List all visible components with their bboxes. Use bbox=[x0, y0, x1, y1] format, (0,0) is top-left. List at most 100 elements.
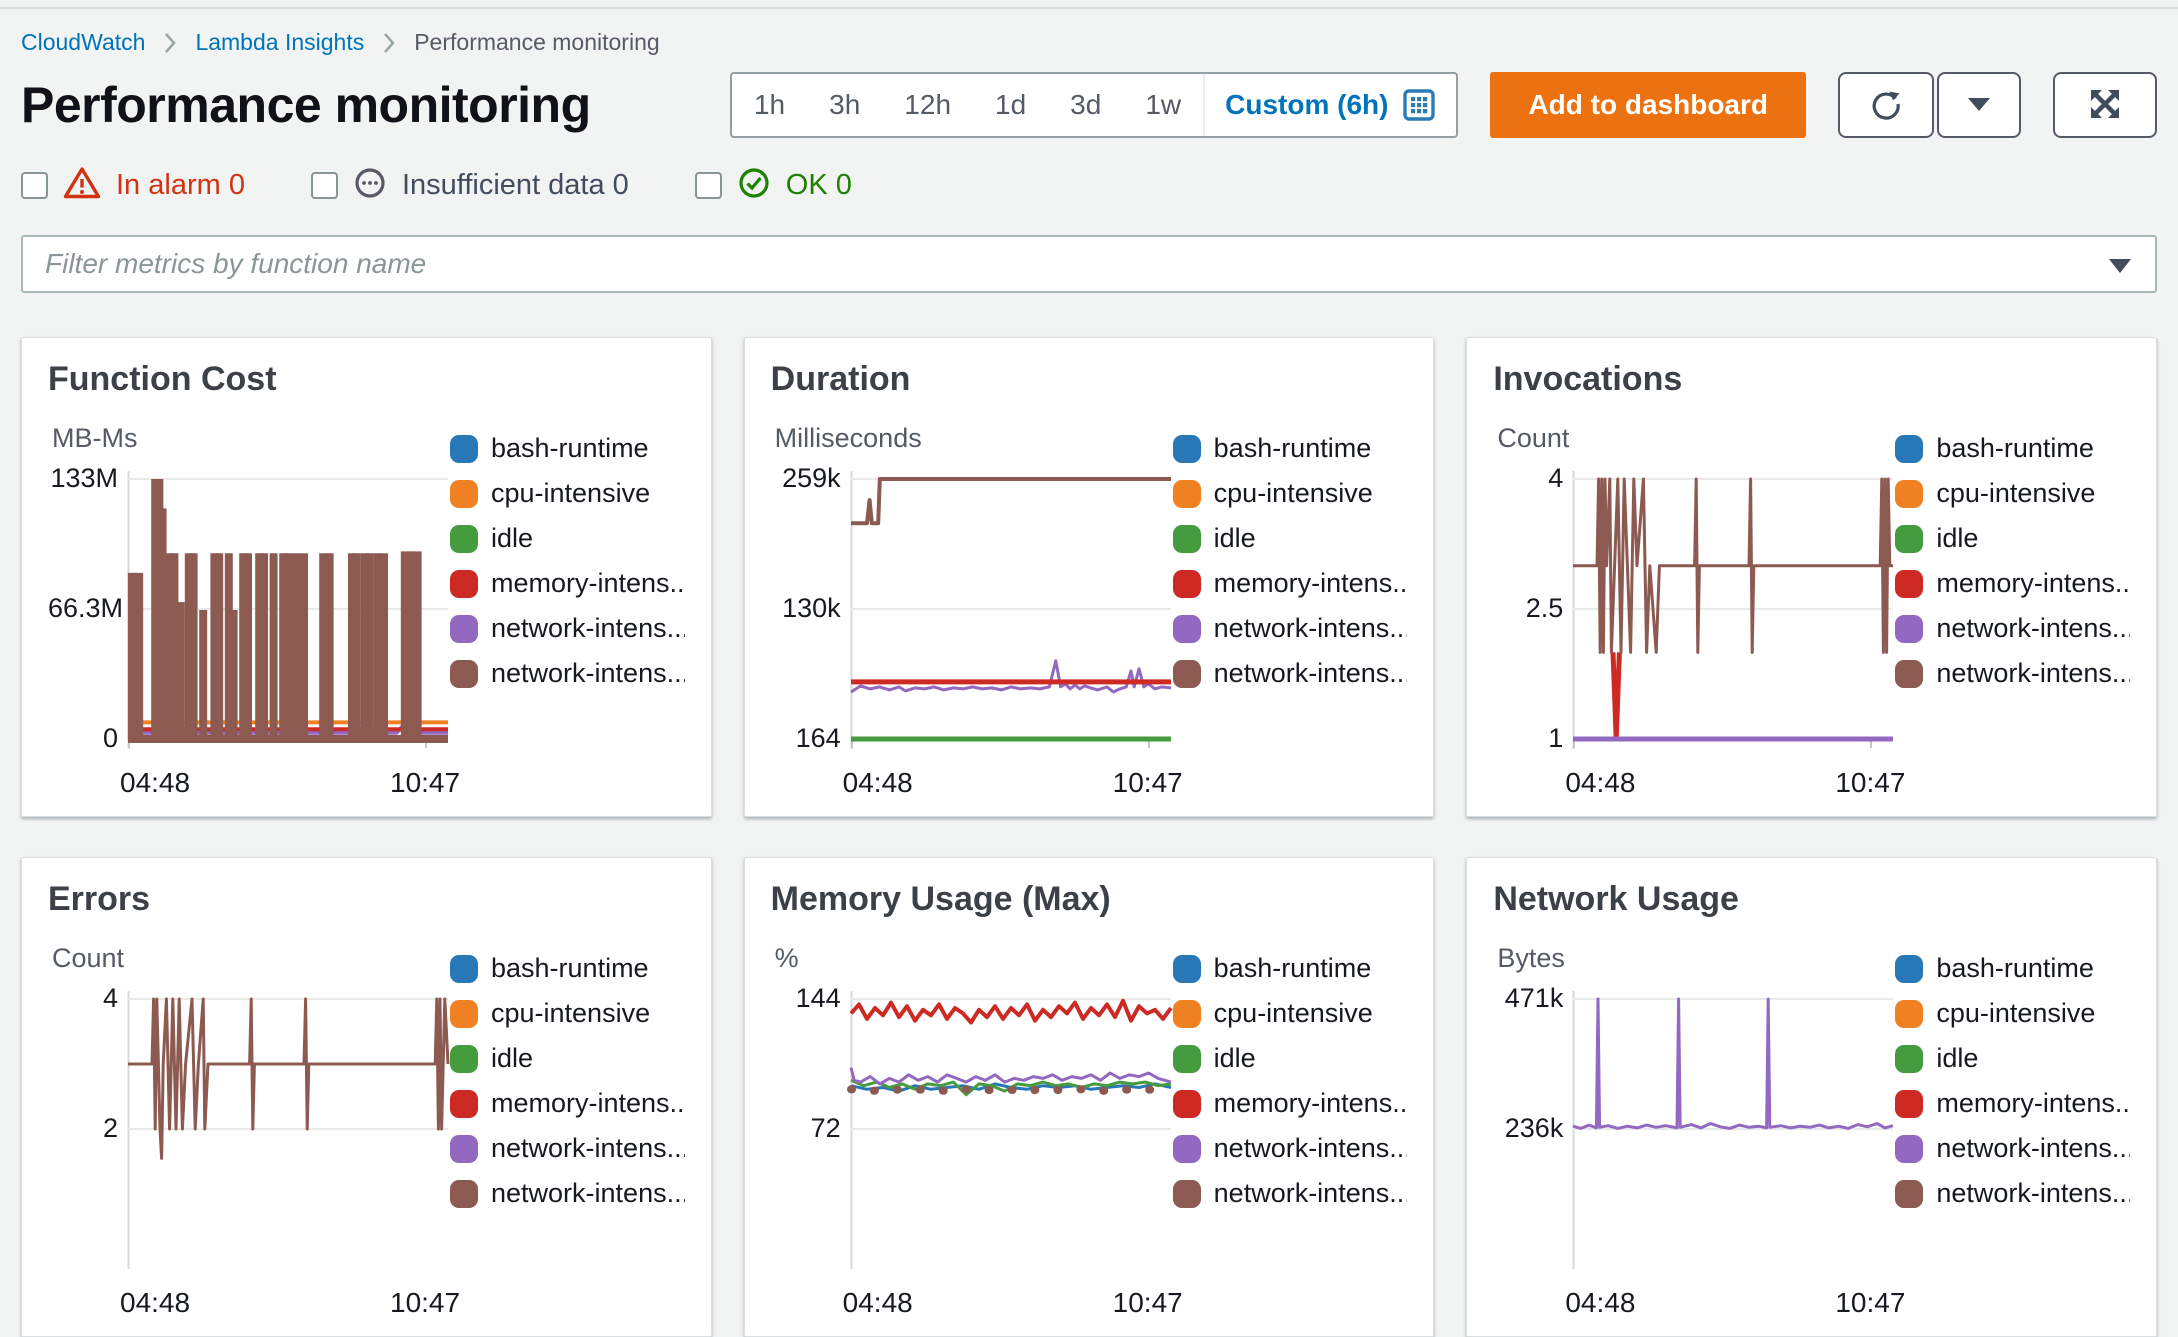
chevron-right-icon bbox=[163, 31, 177, 55]
legend-swatch-icon bbox=[1172, 1044, 1201, 1073]
legend-item[interactable]: network-intens... bbox=[1895, 1178, 2130, 1209]
legend-item[interactable]: network-intens... bbox=[450, 613, 685, 644]
refresh-button[interactable] bbox=[1838, 72, 1934, 138]
legend-swatch-icon bbox=[450, 434, 478, 463]
legend-item[interactable]: idle bbox=[1895, 1043, 2130, 1074]
add-to-dashboard-button[interactable]: Add to dashboard bbox=[1490, 72, 1806, 138]
legend-item[interactable]: network-intens... bbox=[1172, 613, 1408, 644]
filter-metrics-input[interactable] bbox=[21, 235, 2157, 293]
legend-label: network-intens... bbox=[1213, 613, 1408, 643]
y-axis-tick: 144 bbox=[795, 983, 841, 1013]
legend-item[interactable]: memory-intens... bbox=[1172, 568, 1407, 599]
legend-item[interactable]: network-intens... bbox=[1172, 1133, 1407, 1164]
legend-item[interactable]: network-intens... bbox=[1895, 658, 2130, 689]
legend-item[interactable]: network-intens... bbox=[1895, 613, 2130, 644]
legend-swatch-icon bbox=[1172, 1089, 1201, 1118]
legend-item[interactable]: network-intens... bbox=[1172, 658, 1407, 689]
y-axis-tick: 471k bbox=[1504, 983, 1564, 1013]
legend-item[interactable]: memory-intens... bbox=[1172, 1088, 1408, 1119]
legend-swatch-icon bbox=[1895, 954, 1924, 983]
time-range-1d[interactable]: 1d bbox=[973, 74, 1048, 136]
time-range-3h[interactable]: 3h bbox=[807, 74, 882, 136]
chart-plot[interactable] bbox=[127, 467, 448, 759]
x-axis-tick-start: 04:48 bbox=[1565, 767, 1636, 798]
legend-item[interactable]: bash-runtime bbox=[1172, 433, 1408, 464]
legend-item[interactable]: memory-intens... bbox=[450, 568, 685, 599]
legend-item[interactable]: cpu-intensive bbox=[1172, 998, 1408, 1029]
chart-plot[interactable] bbox=[849, 467, 1171, 759]
legend-item[interactable]: memory-intens... bbox=[1895, 1088, 2130, 1119]
refresh-options-button[interactable] bbox=[1937, 72, 2021, 138]
legend-item[interactable]: cpu-intensive bbox=[1895, 998, 2130, 1029]
in-alarm-checkbox[interactable] bbox=[21, 172, 48, 199]
chart-legend: bash-runtime cpu-intensive idle memory-inte… bbox=[450, 423, 685, 803]
chart-plot[interactable] bbox=[846, 987, 1173, 1279]
custom-range-label: Custom (6h) bbox=[1225, 89, 1389, 120]
legend-item[interactable]: network-intens... bbox=[450, 658, 685, 689]
legend-swatch-icon bbox=[450, 1134, 478, 1163]
legend-item[interactable]: network-intens... bbox=[450, 1133, 685, 1164]
caret-down-icon bbox=[1966, 95, 1992, 116]
legend-item[interactable]: bash-runtime bbox=[450, 953, 685, 984]
legend-item[interactable]: bash-runtime bbox=[1172, 953, 1408, 984]
legend-label: cpu-intensive bbox=[491, 998, 651, 1028]
y-axis-tick: 66.3M bbox=[48, 593, 124, 623]
legend-item[interactable]: network-intens... bbox=[1895, 1133, 2130, 1164]
chart-plot[interactable] bbox=[127, 987, 450, 1279]
time-range-1h[interactable]: 1h bbox=[732, 74, 807, 136]
legend-swatch-icon bbox=[1895, 1179, 1924, 1208]
legend-swatch-icon bbox=[450, 524, 478, 553]
legend-label: network-intens... bbox=[1936, 658, 2130, 688]
alarm-triangle-icon bbox=[63, 166, 101, 205]
legend-item[interactable]: network-intens... bbox=[1172, 1178, 1407, 1209]
time-range-1w[interactable]: 1w bbox=[1123, 74, 1203, 136]
time-range-custom[interactable]: Custom (6h) bbox=[1205, 88, 1456, 122]
time-range-12h[interactable]: 12h bbox=[882, 74, 973, 136]
chart-title: Invocations bbox=[1493, 360, 1683, 398]
fullscreen-button[interactable] bbox=[2053, 72, 2157, 138]
insufficient-data-label: Insufficient data bbox=[401, 169, 605, 201]
chart-card: Invocations Count 4 2.5 1 04:48 10:47 bash-runt… bbox=[1466, 337, 2157, 817]
legend-swatch-icon bbox=[450, 659, 478, 688]
legend-item[interactable]: bash-runtime bbox=[1895, 433, 2130, 464]
legend-item[interactable]: cpu-intensive bbox=[1172, 478, 1408, 509]
legend-item[interactable]: idle bbox=[450, 1043, 685, 1074]
legend-item[interactable]: idle bbox=[1895, 523, 2130, 554]
ok-checkbox[interactable] bbox=[694, 172, 722, 199]
legend-item[interactable]: idle bbox=[1172, 1043, 1408, 1074]
breadcrumb-link-lambda-insights[interactable]: Lambda Insights bbox=[195, 29, 364, 56]
y-axis-tick: 236k bbox=[1504, 1113, 1564, 1143]
chart-card: Function Cost MB-Ms 133M 66.3M 0 04:48 10:47 ba… bbox=[21, 337, 712, 817]
legend-item[interactable]: memory-intens... bbox=[450, 1088, 685, 1119]
legend-swatch-icon bbox=[1895, 1044, 1924, 1073]
insufficient-data-checkbox[interactable] bbox=[310, 172, 338, 199]
legend-label: idle bbox=[1213, 1043, 1256, 1073]
legend-swatch-icon bbox=[1895, 569, 1924, 598]
chart-unit-label: MB-Ms bbox=[52, 423, 138, 453]
legend-item[interactable]: cpu-intensive bbox=[450, 998, 685, 1029]
legend-item[interactable]: bash-runtime bbox=[450, 433, 685, 464]
chart-plot[interactable] bbox=[1572, 987, 1894, 1279]
legend-label: idle bbox=[1936, 523, 1979, 553]
legend-label: memory-intens... bbox=[1213, 1088, 1408, 1118]
page-title: Performance monitoring bbox=[21, 77, 591, 133]
legend-item[interactable]: cpu-intensive bbox=[1895, 478, 2130, 509]
legend-label: network-intens... bbox=[491, 1178, 685, 1208]
legend-item[interactable]: network-intens... bbox=[450, 1178, 685, 1209]
time-range-3d[interactable]: 3d bbox=[1048, 74, 1123, 136]
legend-item[interactable]: idle bbox=[1172, 523, 1408, 554]
legend-item[interactable]: bash-runtime bbox=[1895, 953, 2130, 984]
legend-item[interactable]: memory-intens... bbox=[1895, 568, 2130, 599]
chart-plot[interactable] bbox=[1572, 467, 1894, 759]
legend-item[interactable]: cpu-intensive bbox=[450, 478, 685, 509]
y-axis-tick: 4 bbox=[1548, 463, 1564, 493]
legend-label: cpu-intensive bbox=[1213, 478, 1373, 508]
legend-label: cpu-intensive bbox=[1213, 998, 1373, 1028]
header-controls: 1h 3h 12h 1d 3d 1w Custom (6h) Add to dashboar… bbox=[729, 72, 2157, 138]
dropdown-caret-icon[interactable] bbox=[2109, 259, 2131, 273]
breadcrumb-link-cloudwatch[interactable]: CloudWatch bbox=[21, 29, 145, 56]
filter-ok: OK 0 bbox=[694, 166, 852, 205]
chart-title: Function Cost bbox=[48, 360, 277, 398]
legend-item[interactable]: idle bbox=[450, 523, 685, 554]
y-axis-tick: 259k bbox=[782, 463, 841, 493]
